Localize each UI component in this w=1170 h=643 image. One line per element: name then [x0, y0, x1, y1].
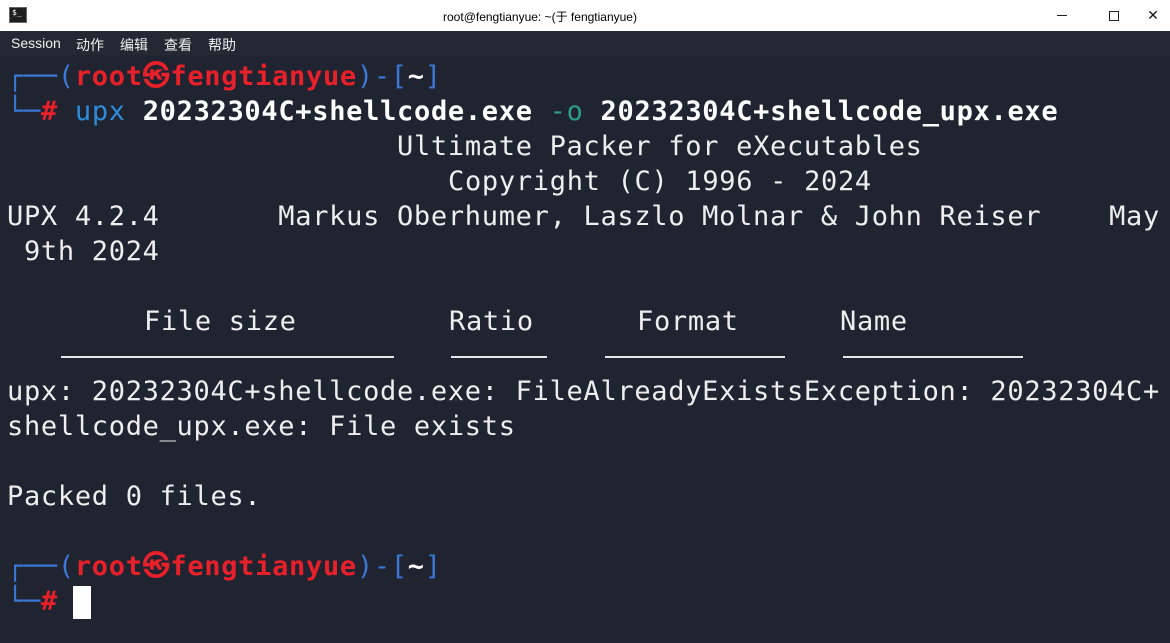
rule-format [605, 356, 785, 358]
window-titlebar: $_ root@fengtianyue: ~(于 fengtianyue) ✕ [0, 0, 1170, 31]
prompt-at-icon-2: ㉿ [142, 551, 171, 582]
rule-file-size [61, 356, 394, 358]
command-program: upx [74, 96, 126, 127]
menu-view[interactable]: 查看 [164, 35, 192, 55]
command-input-file: 20232304C+shellcode.exe [142, 96, 533, 127]
header-file-size: File size [144, 306, 297, 337]
close-icon: ✕ [1147, 7, 1159, 24]
text-cursor [73, 586, 91, 619]
prompt-cwd-2: ~ [407, 551, 425, 582]
error-line-1: upx: 20232304C+shellcode.exe: FileAlread… [7, 376, 1160, 407]
menu-edit[interactable]: 编辑 [120, 35, 148, 55]
prompt-cwd: ~ [407, 61, 425, 92]
menu-bar: Session 动作 编辑 查看 帮助 [0, 31, 1170, 55]
prompt-header-2: ┌──(root㉿fengtianyue)-[~] [7, 551, 442, 582]
prompt-input-line: └─# [7, 586, 58, 617]
command-line: └─# upx 20232304C+shellcode.exe -o 20232… [7, 96, 1059, 127]
prompt-user-2: root [74, 551, 143, 582]
header-format: Format [637, 306, 739, 337]
window-title: root@fengtianyue: ~(于 fengtianyue) [443, 10, 637, 24]
prompt-host-2: fengtianyue [170, 551, 357, 582]
date-line: 9th 2024 [7, 236, 160, 267]
prompt-header: ┌──(root㉿fengtianyue)-[~] [7, 61, 442, 92]
maximize-icon [1109, 10, 1119, 21]
prompt-user: root [74, 61, 143, 92]
banner-copyright: Copyright (C) 1996 - 2024 [448, 166, 872, 197]
summary-line: Packed 0 files. [7, 481, 262, 512]
command-output-file: 20232304C+shellcode_upx.exe [600, 96, 1059, 127]
menu-session[interactable]: Session [11, 35, 61, 51]
prompt-at-icon: ㉿ [142, 61, 171, 92]
menu-help[interactable]: 帮助 [208, 35, 236, 55]
menu-actions[interactable]: 动作 [76, 35, 104, 55]
rule-name [843, 356, 1023, 358]
close-button[interactable]: ✕ [1130, 0, 1170, 31]
error-line-2: shellcode_upx.exe: File exists [7, 411, 516, 442]
header-ratio: Ratio [449, 306, 534, 337]
header-name: Name [840, 306, 908, 337]
terminal-output[interactable]: ┌──(root㉿fengtianyue)-[~] └─# upx 202323… [0, 55, 1170, 643]
rule-ratio [451, 356, 547, 358]
version-line: UPX 4.2.4 Markus Oberhumer, Laszlo Molna… [7, 201, 1160, 232]
banner-title: Ultimate Packer for eXecutables [397, 131, 923, 162]
prompt-symbol: # [40, 96, 58, 127]
command-option: -o [549, 96, 584, 127]
minimize-button[interactable] [1050, 0, 1096, 31]
minimize-icon [1057, 15, 1067, 16]
prompt-host: fengtianyue [170, 61, 357, 92]
prompt-symbol-2: # [40, 586, 58, 617]
